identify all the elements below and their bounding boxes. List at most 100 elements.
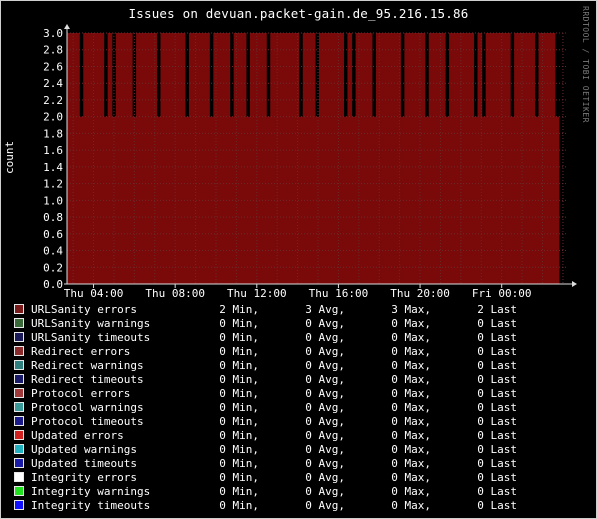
y-tick-label: 0.2 — [43, 261, 63, 274]
legend-color-swatch — [14, 486, 24, 496]
legend-last-value: 0 Last — [477, 428, 517, 442]
series-bar — [278, 33, 284, 284]
legend-last-value: 0 Last — [477, 372, 517, 386]
series-bar — [115, 33, 121, 284]
legend-series-name: Integrity warnings — [31, 484, 151, 498]
legend-min-value: 0 Min, — [219, 386, 259, 400]
legend-row: Integrity warnings 0 Min, 0 Avg, 0 Max, 0 La… — [14, 484, 517, 498]
legend-max-value: 0 Max, — [391, 330, 431, 344]
series-bar — [119, 33, 125, 284]
y-tick-label: 2.6 — [43, 60, 63, 73]
y-tick-label: 2.4 — [43, 77, 63, 90]
series-bar — [363, 33, 369, 284]
x-tick-label: Thu 16:00 — [309, 287, 369, 300]
series-bar — [367, 33, 373, 284]
legend-avg-value: 0 Avg, — [305, 330, 345, 344]
legend-color-swatch — [14, 318, 24, 328]
series-bar — [404, 33, 410, 284]
legend-row: Protocol warnings 0 Min, 0 Avg, 0 Max, 0 Las… — [14, 400, 517, 414]
x-tick-label: Thu 12:00 — [227, 287, 287, 300]
legend-series-name: Redirect timeouts — [31, 372, 144, 386]
legend-color-swatch — [14, 304, 24, 314]
legend-row: URLSanity warnings 0 Min, 0 Avg, 0 Max, 0 La… — [14, 316, 517, 330]
legend-series-name: Integrity errors — [31, 470, 137, 484]
legend-avg-value: 0 Avg, — [305, 344, 345, 358]
legend-avg-value: 0 Avg, — [305, 372, 345, 386]
legend-color-swatch — [14, 444, 24, 454]
legend-max-value: 0 Max, — [391, 428, 431, 442]
y-tick-label: 1.6 — [43, 144, 63, 157]
legend-min-value: 0 Min, — [219, 330, 259, 344]
legend-last-value: 0 Last — [477, 400, 517, 414]
legend-max-value: 0 Max, — [391, 372, 431, 386]
series-bar — [75, 33, 80, 284]
series-bar — [542, 33, 548, 284]
legend-series-name: URLSanity timeouts — [31, 330, 151, 344]
legend-series-name: Updated warnings — [31, 442, 137, 456]
series-bar — [319, 33, 324, 284]
y-tick-label: 0.0 — [43, 278, 63, 291]
legend-avg-value: 0 Avg, — [305, 484, 345, 498]
series-bar — [331, 33, 336, 284]
series-bar — [201, 33, 206, 284]
series-bar — [396, 33, 401, 284]
series-bar — [123, 33, 129, 284]
legend-color-swatch — [14, 402, 24, 412]
y-tick-label: 1.8 — [43, 127, 63, 140]
legend-avg-value: 0 Avg, — [305, 442, 345, 456]
legend-avg-value: 0 Avg, — [305, 400, 345, 414]
issues-chart: 0.0 0.2 0.4 0.6 0.8 1.0 1.2 1.4 1.6 1.8 2.0 2.2 2.4 2… — [43, 24, 577, 300]
legend-series-name: URLSanity warnings — [31, 316, 151, 330]
legend-last-value: 0 Last — [477, 470, 517, 484]
legend-row: Protocol timeouts 0 Min, 0 Avg, 0 Max, 0 Las… — [14, 414, 517, 428]
legend-series-name: Protocol errors — [31, 386, 131, 400]
series-bar — [188, 33, 194, 284]
legend-max-value: 0 Max, — [391, 316, 431, 330]
series-bar — [347, 33, 353, 284]
legend-series-name: Integrity timeouts — [31, 498, 151, 512]
series-bar — [148, 33, 153, 284]
legend-avg-value: 0 Avg, — [305, 316, 345, 330]
x-tick-label: Thu 08:00 — [145, 287, 205, 300]
legend-last-value: 0 Last — [477, 330, 517, 344]
series-bar — [384, 33, 389, 284]
series-bar — [371, 116, 377, 284]
legend-max-value: 0 Max, — [391, 386, 431, 400]
series-bar — [87, 33, 92, 284]
series-bar — [323, 33, 328, 284]
series-bar — [335, 33, 340, 284]
legend-color-swatch — [14, 388, 24, 398]
series-bar — [489, 33, 495, 284]
series-bar — [164, 33, 170, 284]
series-bar — [469, 33, 475, 284]
legend-min-value: 0 Min, — [219, 456, 259, 470]
x-tick-label: Thu 04:00 — [64, 287, 124, 300]
y-tick-label: 1.0 — [43, 194, 63, 207]
legend-color-swatch — [14, 332, 24, 342]
y-tick-label: 0.6 — [43, 228, 63, 241]
series-bar — [481, 116, 487, 284]
legend-max-value: 0 Max, — [391, 358, 431, 372]
legend-series-name: URLSanity errors — [31, 302, 137, 316]
series-bar — [327, 33, 332, 284]
series-bar — [310, 33, 316, 284]
series-bar — [180, 33, 186, 284]
legend-color-swatch — [14, 360, 24, 370]
legend-last-value: 0 Last — [477, 498, 517, 512]
series-bar — [290, 33, 296, 284]
series-bar — [546, 33, 552, 284]
legend-avg-value: 0 Avg, — [305, 358, 345, 372]
series-bar — [103, 116, 109, 284]
series-bar — [314, 116, 320, 284]
series-bar — [241, 33, 247, 284]
series-bar — [453, 33, 458, 284]
series-bar — [359, 33, 365, 284]
series-bar — [408, 33, 414, 284]
legend-series-name: Updated timeouts — [31, 456, 137, 470]
legend-max-value: 0 Max, — [391, 442, 431, 456]
series-bar — [514, 33, 519, 284]
legend-avg-value: 0 Avg, — [305, 386, 345, 400]
legend-avg-value: 3 Avg, — [305, 302, 345, 316]
legend-last-value: 0 Last — [477, 344, 517, 358]
legend-row: Redirect warnings 0 Min, 0 Avg, 0 Max, 0 Las… — [14, 358, 517, 372]
